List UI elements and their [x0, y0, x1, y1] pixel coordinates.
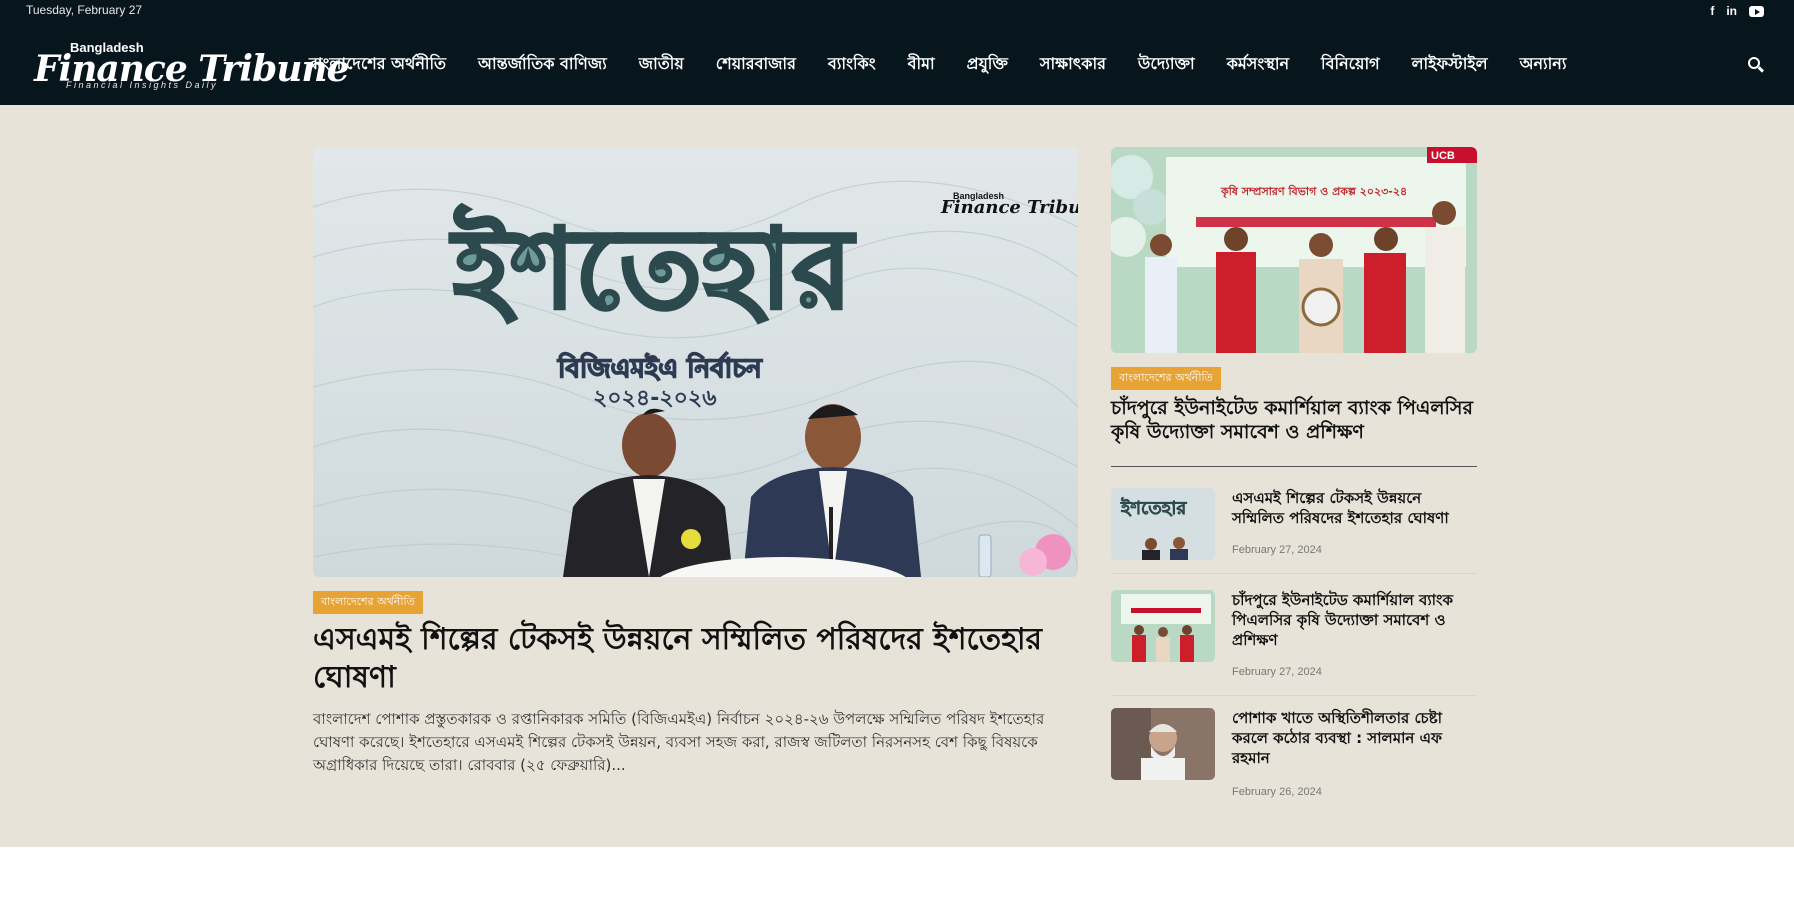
- featured-image-subline: বিজিএমইএ নির্বাচন: [557, 352, 763, 384]
- side-feature-image[interactable]: কৃষি সম্প্রসারণ বিভাগ ও প্রকল্প ২০২৩-২৪ …: [1111, 147, 1477, 353]
- featured-category-badge[interactable]: বাংলাদেশের অর্থনীতি: [313, 591, 423, 614]
- search-icon[interactable]: [1748, 57, 1765, 73]
- side-category-badge[interactable]: বাংলাদেশের অর্থনীতি: [1111, 367, 1221, 390]
- nav-item-stock-market[interactable]: শেয়ারবাজার: [716, 51, 796, 78]
- nav-item-international-trade[interactable]: আন্তর্জাতিক বাণিজ্য: [478, 51, 607, 78]
- featured-image[interactable]: ইশতেহার বিজিএমইএ নির্বাচন ২০২৪-২০২৬ Bang…: [313, 147, 1078, 577]
- featured-image-years: ২০২৪-২০২৬: [593, 386, 717, 411]
- nav-item-banking[interactable]: ব্যাংকিং: [828, 51, 876, 78]
- list-item[interactable]: পোশাক খাতে অস্থিতিশীলতার চেষ্টা করলে কঠো…: [1111, 708, 1477, 808]
- featured-image-brand-big: Finance Tribune: [940, 197, 1078, 218]
- nav-item-national[interactable]: জাতীয়: [639, 51, 684, 78]
- list-separator: [1111, 573, 1477, 574]
- youtube-icon[interactable]: [1749, 6, 1764, 17]
- social-links: f in: [1710, 2, 1764, 20]
- linkedin-icon[interactable]: in: [1726, 2, 1737, 20]
- list-item-date: February 26, 2024: [1232, 786, 1322, 798]
- nav-item-investment[interactable]: বিনিয়োগ: [1321, 51, 1380, 78]
- nav-item-lifestyle[interactable]: লাইফস্টাইল: [1412, 51, 1488, 78]
- side-divider: [1111, 466, 1477, 467]
- featured-image-headline: ইশতেহার: [449, 203, 856, 333]
- logo-tagline: Financial Insights Daily: [66, 80, 219, 90]
- list-item-thumbnail[interactable]: ইশতেহার: [1111, 488, 1215, 560]
- list-separator: [1111, 695, 1477, 696]
- featured-excerpt: বাংলাদেশ পোশাক প্রস্তুতকারক ও রপ্তানিকার…: [313, 710, 1045, 774]
- site-logo[interactable]: Bangladesh Finance Tribune Financial Ins…: [34, 40, 350, 90]
- list-item[interactable]: চাঁদপুরে ইউনাইটেড কমার্শিয়াল ব্যাংক পিএ…: [1111, 590, 1477, 690]
- list-item-thumbnail[interactable]: [1111, 590, 1215, 662]
- nav-item-interview[interactable]: সাক্ষাৎকার: [1040, 51, 1106, 78]
- list-item[interactable]: ইশতেহার এসএমই শিল্পের টেকসই উন্নয়নে সম্…: [1111, 488, 1477, 578]
- current-date: Tuesday, February 27: [26, 3, 143, 17]
- list-item-title[interactable]: পোশাক খাতে অস্থিতিশীলতার চেষ্টা করলে কঠো…: [1232, 708, 1477, 768]
- list-item-thumb-text: ইশতেহার: [1120, 497, 1187, 519]
- nav-item-employment[interactable]: কর্মসংস্থান: [1227, 51, 1289, 78]
- list-item-title[interactable]: এসএমই শিল্পের টেকসই উন্নয়নে সম্মিলিত পর…: [1232, 488, 1477, 528]
- list-item-date: February 27, 2024: [1232, 666, 1322, 678]
- side-feature-title[interactable]: চাঁদপুরে ইউনাইটেড কমার্শিয়াল ব্যাংক পিএ…: [1111, 396, 1477, 444]
- nav-item-insurance[interactable]: বীমা: [908, 51, 935, 78]
- top-bar: Tuesday, February 27 f in: [0, 0, 1794, 24]
- list-item-thumbnail[interactable]: [1111, 708, 1215, 780]
- nav-item-others[interactable]: অন্যান্য: [1520, 51, 1567, 78]
- facebook-icon[interactable]: f: [1710, 2, 1714, 20]
- list-item-date: February 27, 2024: [1232, 544, 1322, 556]
- list-item-title[interactable]: চাঁদপুরে ইউনাইটেড কমার্শিয়াল ব্যাংক পিএ…: [1232, 590, 1477, 650]
- nav-item-bangladesh-economy[interactable]: বাংলাদেশের অর্থনীতি: [309, 51, 446, 78]
- main-content: ইশতেহার বিজিএমইএ নির্বাচন ২০২৪-২০২৬ Bang…: [0, 105, 1794, 847]
- nav-item-technology[interactable]: প্রযুক্তি: [967, 51, 1008, 78]
- side-image-logo: UCB: [1431, 150, 1455, 162]
- featured-title[interactable]: এসএমই শিল্পের টেকসই উন্নয়নে সম্মিলিত পর…: [313, 621, 1078, 697]
- side-image-banner-line: কৃষি সম্প্রসারণ বিভাগ ও প্রকল্প ২০২৩-২৪: [1220, 184, 1407, 199]
- main-nav: বাংলাদেশের অর্থনীতি আন্তর্জাতিক বাণিজ্য …: [309, 24, 1599, 105]
- site-header: Bangladesh Finance Tribune Financial Ins…: [0, 24, 1794, 105]
- nav-item-entrepreneur[interactable]: উদ্যোক্তা: [1138, 51, 1195, 78]
